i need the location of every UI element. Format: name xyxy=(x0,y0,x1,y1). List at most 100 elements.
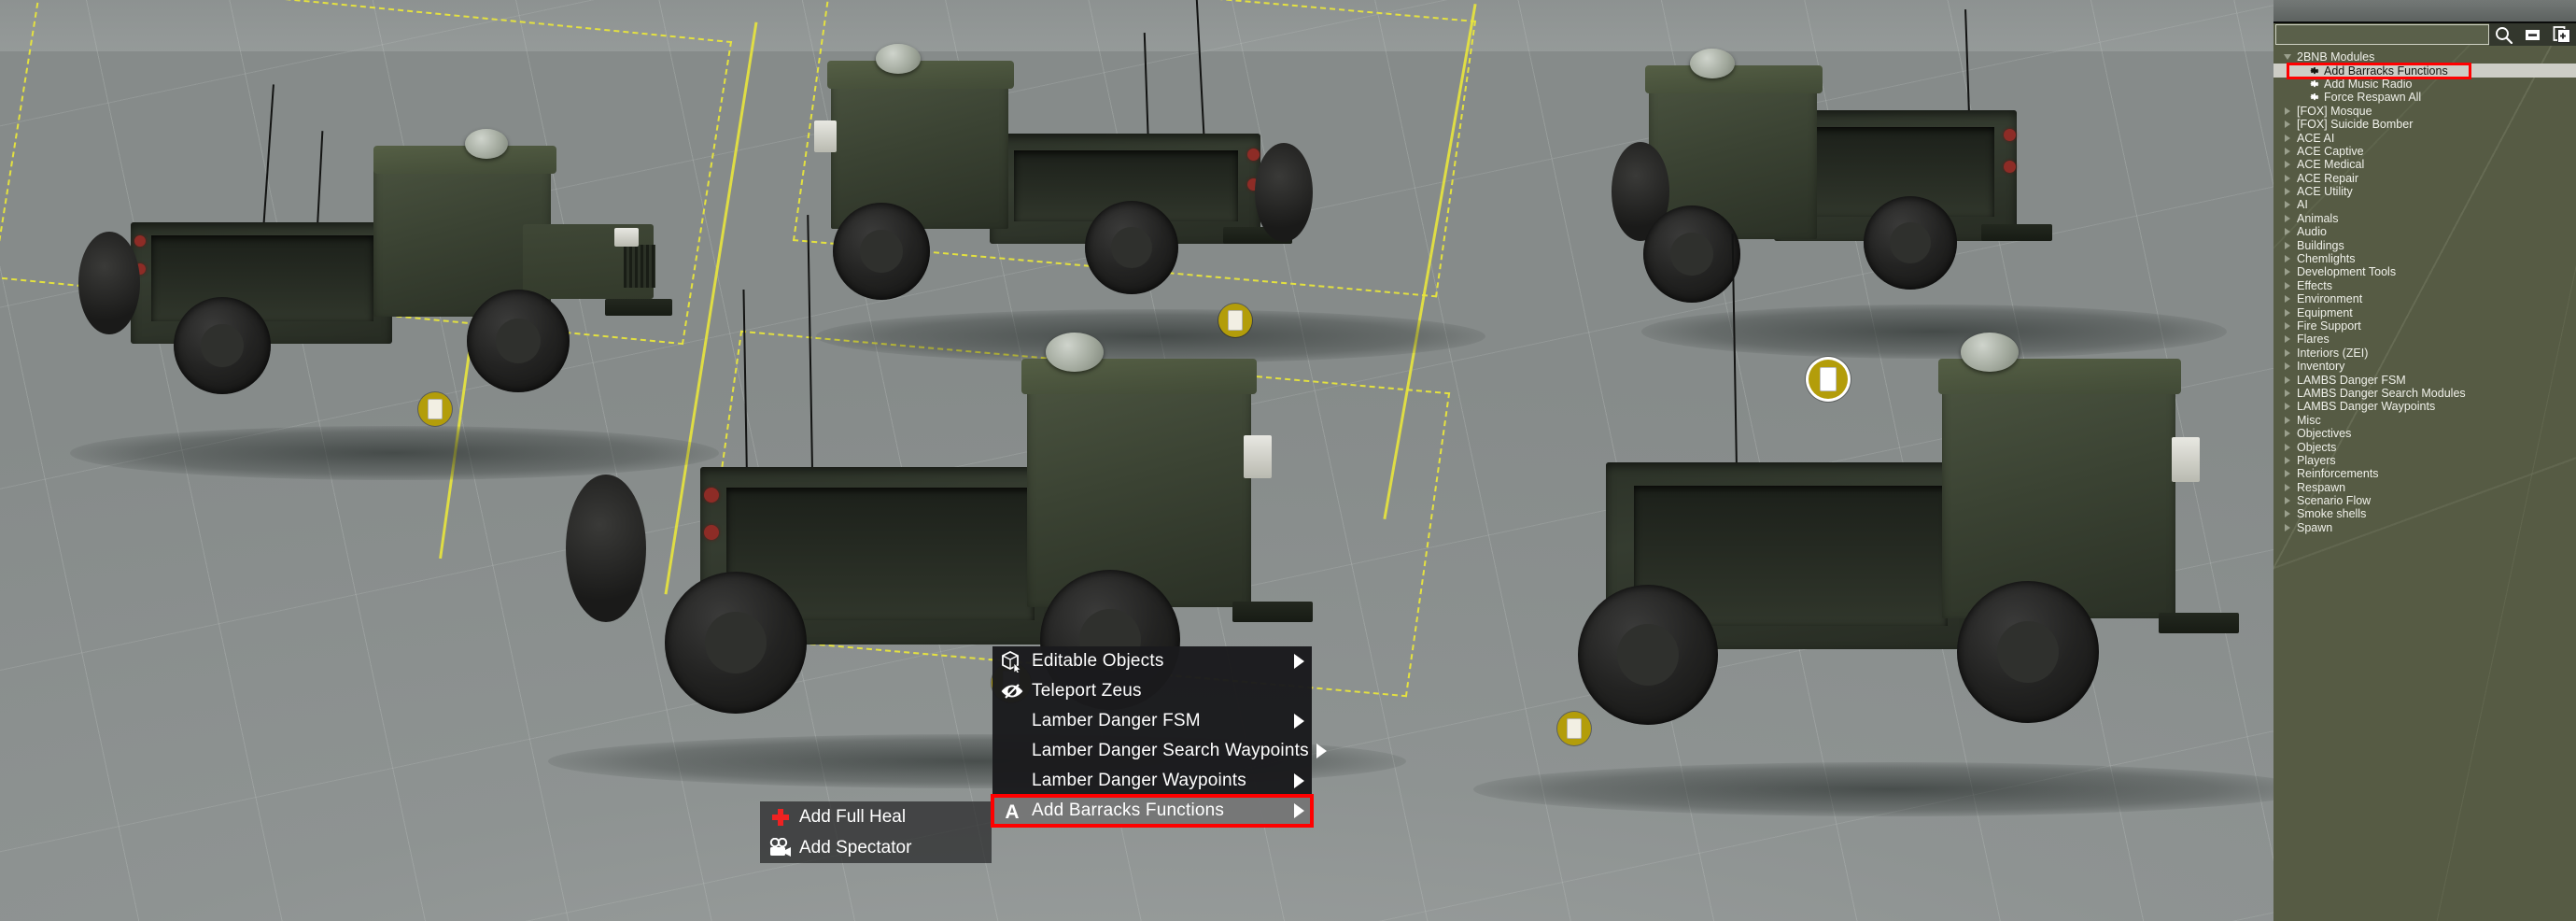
chevron-right-icon[interactable] xyxy=(2281,106,2294,115)
tree-item-effects[interactable]: Effects xyxy=(2273,279,2576,292)
unit-marker-2[interactable] xyxy=(1218,304,1252,337)
chevron-right-icon[interactable] xyxy=(2281,241,2294,249)
chevron-right-icon[interactable] xyxy=(2281,456,2294,464)
vehicle-truck[interactable] xyxy=(1473,234,2273,816)
tree-item-add-music-radio[interactable]: Add Music Radio xyxy=(2273,78,2576,91)
vehicle-glyph-icon xyxy=(1567,717,1582,740)
search-button[interactable] xyxy=(2489,23,2518,46)
tree-item-lambs-danger-fsm[interactable]: LAMBS Danger FSM xyxy=(2273,373,2576,387)
tree-item-reinforcements[interactable]: Reinforcements xyxy=(2273,467,2576,480)
unit-marker-4[interactable] xyxy=(1557,712,1591,745)
tree-item-fire-support[interactable]: Fire Support xyxy=(2273,319,2576,333)
chevron-right-icon[interactable] xyxy=(2281,228,2294,236)
chevron-right-icon[interactable] xyxy=(2281,416,2294,424)
chevron-right-icon[interactable] xyxy=(2281,483,2294,491)
menu-item-add-barracks-functions[interactable]: A Add Barracks Functions xyxy=(991,794,1314,828)
chevron-right-icon[interactable] xyxy=(2281,335,2294,344)
chevron-right-icon[interactable] xyxy=(2281,201,2294,209)
chevron-right-icon[interactable] xyxy=(2281,348,2294,357)
chevron-right-icon[interactable] xyxy=(2281,362,2294,371)
chevron-down-icon[interactable] xyxy=(2281,54,2294,61)
tree-item-ace-ai[interactable]: ACE AI xyxy=(2273,131,2576,145)
unit-marker-3[interactable] xyxy=(1809,360,1848,399)
tree-item-lambs-danger-search-modules[interactable]: LAMBS Danger Search Modules xyxy=(2273,387,2576,400)
3d-viewport[interactable]: Add Full Heal Add Spectator Editable Obj… xyxy=(0,0,2273,921)
panel-title-bar xyxy=(2273,0,2576,23)
tree-item-flares[interactable]: Flares xyxy=(2273,333,2576,346)
chevron-right-icon[interactable] xyxy=(2281,295,2294,304)
tree-item-spawn[interactable]: Spawn xyxy=(2273,521,2576,534)
tree-item-players[interactable]: Players xyxy=(2273,454,2576,467)
chevron-right-icon[interactable] xyxy=(2281,403,2294,411)
menu-item-teleport-zeus[interactable]: Teleport Zeus xyxy=(992,676,1312,706)
chevron-right-icon[interactable] xyxy=(2281,497,2294,505)
tree-item-ace-repair[interactable]: ACE Repair xyxy=(2273,172,2576,185)
search-input[interactable] xyxy=(2275,24,2489,45)
menu-item-lamber-danger-waypoints[interactable]: Lamber Danger Waypoints xyxy=(992,766,1312,796)
chevron-right-icon[interactable] xyxy=(2281,510,2294,518)
chevron-right-icon[interactable] xyxy=(2281,161,2294,169)
menu-item-add-full-heal[interactable]: Add Full Heal xyxy=(760,801,992,832)
chevron-right-icon[interactable] xyxy=(2281,443,2294,451)
eye-icon xyxy=(998,679,1026,703)
tree-item-audio[interactable]: Audio xyxy=(2273,225,2576,238)
menu-item-editable-objects[interactable]: Editable Objects xyxy=(992,646,1312,676)
chevron-right-icon[interactable] xyxy=(2281,174,2294,182)
letter-a-icon: A xyxy=(998,799,1026,823)
tree-item-scenario-flow[interactable]: Scenario Flow xyxy=(2273,494,2576,507)
tree-item-lambs-danger-waypoints[interactable]: LAMBS Danger Waypoints xyxy=(2273,400,2576,413)
tree-item-buildings[interactable]: Buildings xyxy=(2273,238,2576,252)
tree-item-misc[interactable]: Misc xyxy=(2273,414,2576,427)
tree-item-objectives[interactable]: Objectives xyxy=(2273,427,2576,440)
vehicle-truck[interactable] xyxy=(814,0,1486,363)
tree-item-label: Force Respawn All xyxy=(2324,91,2422,105)
chevron-right-icon[interactable] xyxy=(2281,375,2294,384)
chevron-right-icon[interactable] xyxy=(2281,268,2294,276)
collapse-all-button[interactable] xyxy=(2518,23,2547,46)
tree-item-environment[interactable]: Environment xyxy=(2273,292,2576,305)
tree-item-chemlights[interactable]: Chemlights xyxy=(2273,252,2576,265)
tree-item-2bnb-modules[interactable]: 2BNB Modules xyxy=(2273,50,2576,64)
menu-item-lamber-danger-fsm[interactable]: Lamber Danger FSM xyxy=(992,706,1312,736)
chevron-right-icon[interactable] xyxy=(2281,281,2294,290)
unit-marker-1[interactable] xyxy=(418,392,452,426)
tree-item-interiors-zei[interactable]: Interiors (ZEI) xyxy=(2273,347,2576,360)
chevron-right-icon[interactable] xyxy=(2281,188,2294,196)
tree-item-label: Equipment xyxy=(2297,305,2353,319)
chevron-right-icon[interactable] xyxy=(2281,523,2294,531)
tree-item-respawn[interactable]: Respawn xyxy=(2273,481,2576,494)
vehicle-truck[interactable] xyxy=(1612,9,2227,359)
tree-item-ace-utility[interactable]: ACE Utility xyxy=(2273,185,2576,198)
add-group-button[interactable] xyxy=(2547,23,2576,46)
chevron-right-icon[interactable] xyxy=(2281,308,2294,317)
context-menu: Editable Objects Teleport Zeus Lamber Da… xyxy=(991,646,1327,828)
tree-item-force-respawn-all[interactable]: Force Respawn All xyxy=(2273,91,2576,104)
tree-item-label: Add Music Radio xyxy=(2324,77,2413,91)
tree-item-fox-mosque[interactable]: [FOX] Mosque xyxy=(2273,105,2576,118)
chevron-right-icon[interactable] xyxy=(2281,322,2294,330)
tree-item-ace-captive[interactable]: ACE Captive xyxy=(2273,145,2576,158)
tree-item-smoke-shells[interactable]: Smoke shells xyxy=(2273,507,2576,520)
chevron-right-icon[interactable] xyxy=(2281,147,2294,155)
menu-item-lamber-danger-search-waypoints[interactable]: Lamber Danger Search Waypoints xyxy=(992,736,1327,766)
tree-item-equipment[interactable]: Equipment xyxy=(2273,305,2576,319)
chevron-right-icon[interactable] xyxy=(2281,255,2294,263)
tree-item-objects[interactable]: Objects xyxy=(2273,440,2576,454)
tree-item-fox-suicide-bomber[interactable]: [FOX] Suicide Bomber xyxy=(2273,118,2576,131)
tree-item-ai[interactable]: AI xyxy=(2273,198,2576,211)
submenu-arrow-icon xyxy=(1294,714,1304,729)
module-tree[interactable]: 2BNB Modules Add Barracks Functions Add Mu… xyxy=(2273,46,2576,534)
red-cross-icon xyxy=(766,805,795,829)
tree-item-animals[interactable]: Animals xyxy=(2273,212,2576,225)
chevron-right-icon[interactable] xyxy=(2281,214,2294,222)
tree-item-add-barracks-functions[interactable]: Add Barracks Functions xyxy=(2273,64,2576,78)
chevron-right-icon[interactable] xyxy=(2281,389,2294,397)
chevron-right-icon[interactable] xyxy=(2281,430,2294,438)
chevron-right-icon[interactable] xyxy=(2281,470,2294,478)
tree-item-inventory[interactable]: Inventory xyxy=(2273,360,2576,373)
tree-item-development-tools[interactable]: Development Tools xyxy=(2273,265,2576,278)
menu-item-add-spectator[interactable]: Add Spectator xyxy=(760,832,992,863)
tree-item-ace-medical[interactable]: ACE Medical xyxy=(2273,158,2576,171)
chevron-right-icon[interactable] xyxy=(2281,120,2294,129)
chevron-right-icon[interactable] xyxy=(2281,134,2294,142)
